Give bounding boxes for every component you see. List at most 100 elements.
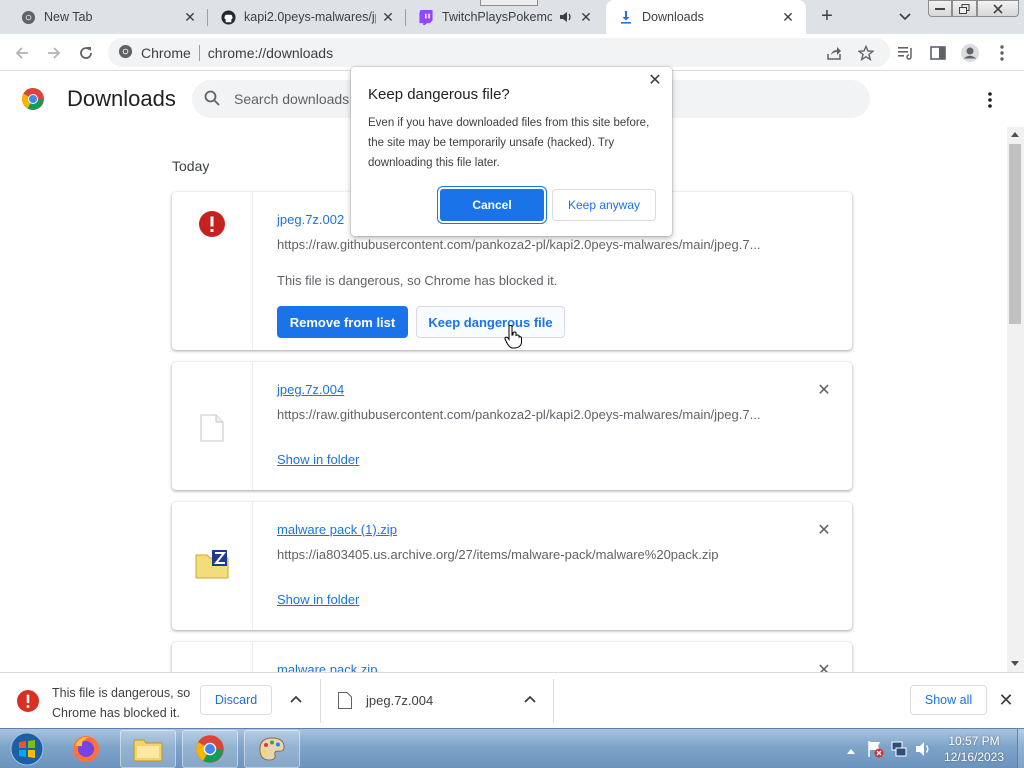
omnibox-divider	[198, 44, 200, 61]
keep-dangerous-file-button[interactable]: Keep dangerous file	[416, 306, 565, 338]
chrome-taskbar-icon[interactable]	[182, 730, 238, 768]
chevron-up-icon[interactable]	[522, 691, 538, 707]
file-icon	[338, 692, 352, 709]
file-name[interactable]: jpeg.7z.002	[277, 212, 344, 227]
tab-title: TwitchPlaysPokemon	[442, 10, 552, 24]
download-shelf: This file is dangerous, so Chrome has bl…	[0, 672, 1024, 728]
tab-search-chevron-icon[interactable]	[895, 8, 915, 26]
close-tab-icon[interactable]: ✕	[578, 9, 594, 25]
minimize-button[interactable]	[928, 0, 952, 17]
close-tab-icon[interactable]: ✕	[182, 9, 198, 25]
back-icon[interactable]	[10, 41, 34, 65]
tab-downloads[interactable]: Downloads ✕	[606, 0, 806, 34]
file-url: https://raw.githubusercontent.com/pankoz…	[277, 237, 761, 252]
tab-title: New Tab	[44, 10, 93, 24]
start-button[interactable]	[4, 730, 50, 768]
download-item: malware pack (1).zip ✕ https://ia803405.…	[172, 502, 852, 630]
window-grip	[480, 0, 538, 6]
chrome-newtab-icon	[20, 9, 36, 25]
remove-item-icon[interactable]: ✕	[816, 523, 832, 539]
dialog-body: Even if you have downloaded files from t…	[368, 117, 650, 169]
show-in-folder-link[interactable]: Show in folder	[277, 452, 359, 467]
cancel-button[interactable]: Cancel	[440, 189, 544, 221]
scroll-up-arrow-icon[interactable]	[1011, 132, 1019, 137]
file-status: This file is dangerous, so Chrome has bl…	[277, 273, 558, 288]
danger-icon	[199, 211, 225, 350]
item-icon-column	[172, 642, 253, 672]
hand-cursor-icon	[504, 325, 522, 352]
forward-icon[interactable]	[42, 41, 66, 65]
restore-button[interactable]	[952, 0, 977, 17]
close-dialog-icon[interactable]: ✕	[647, 73, 663, 89]
new-tab-button[interactable]: +	[815, 6, 839, 28]
more-actions-icon[interactable]	[978, 88, 1002, 112]
network-icon[interactable]	[890, 740, 908, 761]
omnibox[interactable]: Chrome chrome://downloads	[108, 38, 890, 67]
show-all-button[interactable]: Show all	[910, 685, 987, 715]
show-desktop-button[interactable]	[1017, 729, 1024, 768]
remove-item-icon[interactable]: ✕	[816, 383, 832, 399]
download-item: malware pack.zip ✕	[172, 642, 852, 672]
remove-from-list-button[interactable]: Remove from list	[277, 306, 408, 338]
explorer-taskbar-icon[interactable]	[120, 730, 176, 768]
shelf-divider	[553, 679, 554, 723]
close-tab-icon[interactable]: ✕	[780, 9, 796, 25]
chevron-up-icon[interactable]	[288, 691, 304, 707]
omnibox-chip: Chrome	[141, 44, 191, 61]
tab-github[interactable]: kapi2.0peys-malwares/jpeg ✕	[208, 0, 406, 34]
shelf-file-name[interactable]: jpeg.7z.004	[366, 693, 433, 708]
close-shelf-icon[interactable]: ✕	[998, 691, 1014, 709]
browser-toolbar: Chrome chrome://downloads	[0, 34, 1024, 71]
close-tab-icon[interactable]: ✕	[380, 9, 396, 25]
file-url: https://ia803405.us.archive.org/27/items…	[277, 547, 719, 562]
download-item: jpeg.7z.004 ✕ https://raw.githubusercont…	[172, 362, 852, 490]
speaker-icon[interactable]	[558, 9, 574, 25]
chrome-page-icon	[118, 44, 133, 62]
tab-new-tab[interactable]: New Tab ✕	[0, 0, 208, 34]
share-icon[interactable]	[822, 41, 846, 65]
file-name[interactable]: jpeg.7z.004	[277, 382, 344, 397]
chrome-logo-icon	[21, 87, 45, 111]
dialog-title: Keep dangerous file?	[368, 86, 510, 103]
profile-avatar-icon[interactable]	[958, 41, 982, 65]
shelf-divider	[320, 679, 321, 723]
github-icon	[220, 9, 236, 25]
scrollbar-thumb[interactable]	[1009, 144, 1021, 324]
tab-strip: New Tab ✕ kapi2.0peys-malwares/jpeg ✕ Tw…	[0, 0, 1024, 34]
file-name[interactable]: malware pack.zip	[277, 662, 377, 672]
close-window-button[interactable]	[977, 0, 1019, 17]
bookmark-star-icon[interactable]	[854, 41, 878, 65]
file-icon	[200, 414, 224, 490]
file-name[interactable]: malware pack (1).zip	[277, 522, 397, 537]
remove-item-icon[interactable]: ✕	[816, 663, 832, 673]
windows-taskbar: 10:57 PM 12/16/2023	[0, 728, 1024, 768]
side-panel-icon[interactable]	[926, 41, 950, 65]
tab-title: Downloads	[642, 10, 704, 24]
omnibox-url[interactable]: chrome://downloads	[208, 45, 333, 61]
reload-icon[interactable]	[74, 41, 98, 65]
scroll-down-arrow-icon[interactable]	[1011, 661, 1019, 666]
shelf-warning-text: This file is dangerous, so Chrome has bl…	[52, 686, 191, 720]
chrome-menu-icon[interactable]	[990, 41, 1014, 65]
twitch-icon	[418, 9, 434, 25]
keep-anyway-button[interactable]: Keep anyway	[552, 189, 656, 221]
clock-time: 10:57 PM	[948, 734, 1000, 748]
item-icon-column	[172, 362, 253, 490]
firefox-taskbar-icon[interactable]	[58, 730, 114, 768]
item-icon-column	[172, 192, 253, 350]
danger-icon	[17, 690, 39, 712]
taskbar-clock[interactable]: 10:57 PM 12/16/2023	[930, 733, 1018, 765]
paint-taskbar-icon[interactable]	[244, 730, 300, 768]
page-title: Downloads	[67, 86, 176, 111]
section-label: Today	[172, 158, 210, 174]
media-controls-icon[interactable]	[894, 41, 918, 65]
clock-date: 12/16/2023	[943, 750, 1005, 764]
page-scrollbar[interactable]	[1007, 127, 1024, 672]
item-icon-column	[172, 502, 253, 630]
keep-dangerous-file-dialog: ✕ Keep dangerous file? Even if you have …	[351, 67, 672, 236]
zip-archive-icon	[195, 549, 229, 630]
discard-button[interactable]: Discard	[200, 685, 272, 715]
show-hidden-icons-icon[interactable]	[846, 743, 856, 758]
show-in-folder-link[interactable]: Show in folder	[277, 592, 359, 607]
action-center-flag-icon[interactable]	[866, 740, 884, 761]
